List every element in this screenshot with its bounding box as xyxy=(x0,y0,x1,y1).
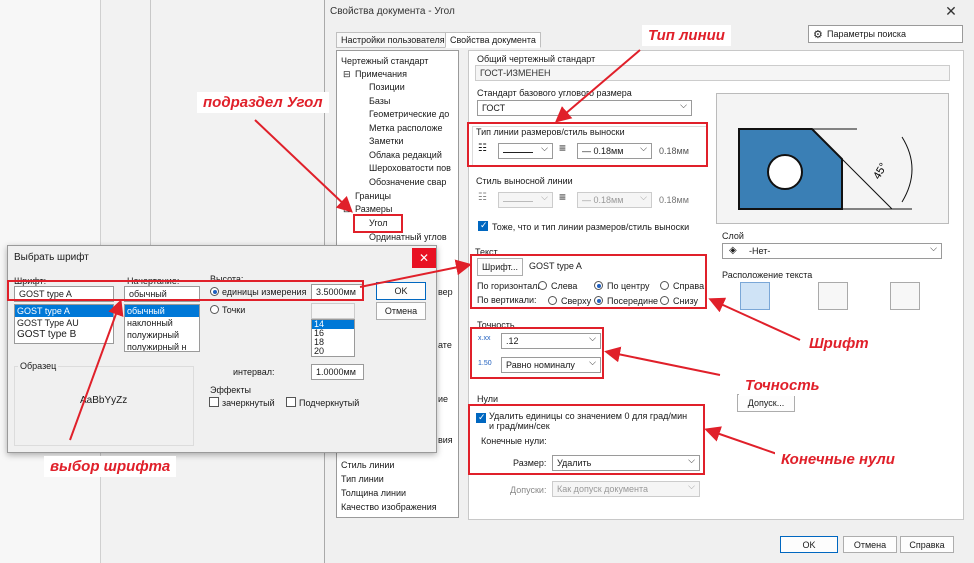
note-font: Шрифт xyxy=(803,333,875,354)
note-subsection-angle: подраздел Угол xyxy=(197,92,329,113)
annotation-arrows xyxy=(69,49,801,456)
note-precision: Точность xyxy=(739,375,826,396)
note-line-type: Тип линии xyxy=(642,25,731,46)
note-font-select: выбор шрифта xyxy=(44,456,177,477)
note-trailing-zeros: Конечные нули xyxy=(775,449,901,470)
